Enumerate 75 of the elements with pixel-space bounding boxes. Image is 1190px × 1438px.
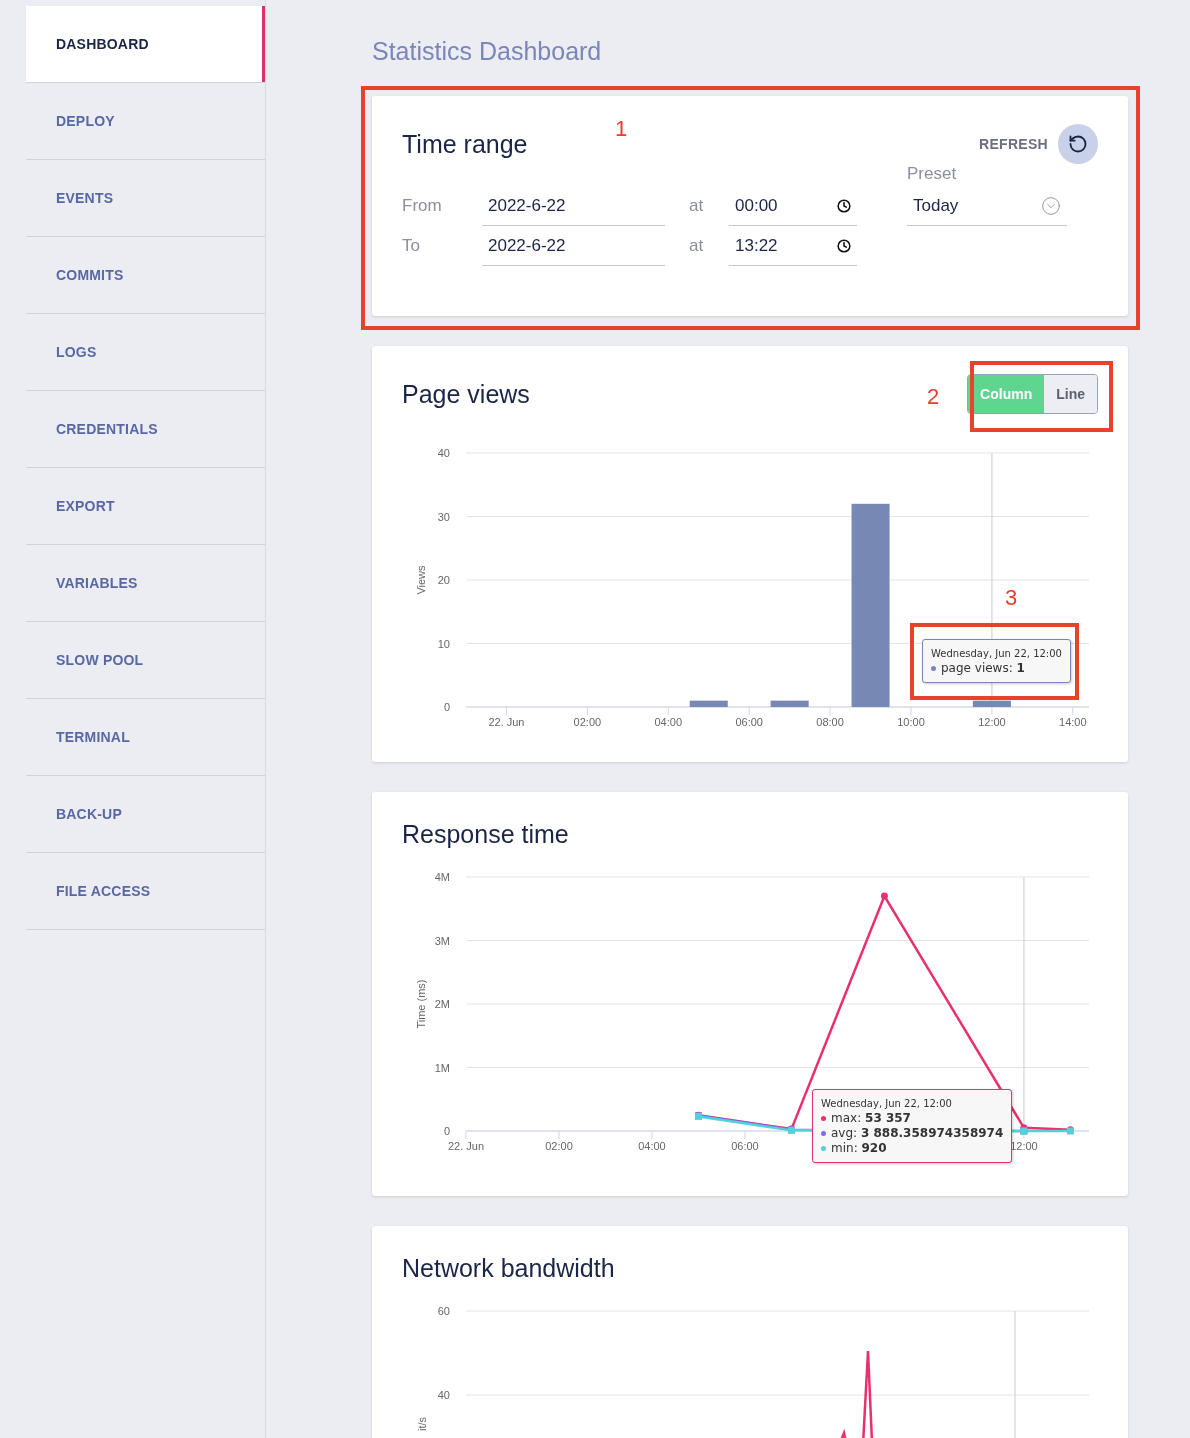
y-tick-label: 10 — [437, 637, 450, 650]
sidebar-item[interactable]: DASHBOARD — [26, 6, 265, 83]
tooltip-value: avg: 3 888.358974358974 — [831, 1126, 1004, 1141]
tooltip-value: max: 53 357 — [831, 1111, 911, 1126]
time-field[interactable]: 00:00 — [729, 186, 857, 226]
y-tick-label: 40 — [437, 1389, 450, 1401]
x-tick-label: 22. Jun — [488, 716, 525, 728]
refresh-button[interactable] — [1058, 124, 1098, 164]
sidebar-item[interactable]: SLOW POOL — [26, 622, 265, 699]
field-label: at — [688, 236, 705, 256]
tooltip-value: min: 920 — [831, 1141, 887, 1156]
chart-type-toggle[interactable]: Line — [1044, 375, 1097, 413]
field-label: From — [402, 196, 443, 216]
sidebar-item[interactable]: DEPLOY — [26, 83, 265, 160]
y-tick-label: 1M — [434, 1061, 450, 1074]
refresh-icon — [1068, 134, 1088, 154]
bar — [689, 700, 728, 707]
date-field[interactable]: 2022-6-22 — [482, 226, 665, 266]
axis-title: it/s — [416, 1417, 428, 1432]
sidebar-item[interactable]: BACK-UP — [26, 776, 265, 853]
sidebar-item[interactable]: EXPORT — [26, 468, 265, 545]
x-tick-label: 14:00 — [1059, 716, 1087, 728]
y-tick-label: 30 — [437, 510, 450, 523]
y-tick-label: 2M — [434, 998, 450, 1010]
sidebar-item[interactable]: FILE ACCESS — [26, 853, 265, 930]
x-tick-label: 12:00 — [978, 716, 1006, 728]
card-title: Response time — [402, 820, 570, 849]
field-label: To — [402, 236, 421, 256]
annotation-number: 3 — [1005, 585, 1018, 611]
field-label: at — [688, 196, 705, 216]
sidebar-item[interactable]: CREDENTIALS — [26, 391, 265, 468]
tooltip-title: Wednesday, Jun 22, 12:00 — [931, 647, 1062, 661]
tooltip-value: page views: 1 — [941, 661, 1025, 676]
y-tick-label: 60 — [437, 1305, 450, 1317]
page-title: Statistics Dashboard — [372, 36, 603, 66]
card-title: Time range — [402, 129, 528, 159]
sidebar-item[interactable]: EVENTS — [26, 160, 265, 237]
x-tick-label: 22. Jun — [447, 1140, 485, 1152]
y-tick-label: 20 — [437, 574, 450, 586]
sidebar-item[interactable]: LOGS — [26, 314, 265, 391]
x-tick-label: 02:00 — [573, 716, 602, 728]
x-tick-label: 04:00 — [654, 716, 683, 728]
x-tick-label: 04:00 — [638, 1140, 666, 1152]
time-field[interactable]: 13:22 — [729, 226, 857, 266]
y-tick-label: 4M — [434, 871, 450, 883]
field-label: Preset — [907, 164, 957, 183]
sidebar-item[interactable]: TERMINAL — [26, 699, 265, 776]
x-tick-label: 12:00 — [1010, 1140, 1038, 1152]
y-tick-label: 40 — [437, 447, 450, 459]
axis-title: Views — [415, 565, 427, 595]
x-tick-label: 06:00 — [731, 1140, 759, 1152]
sidebar-item[interactable]: COMMITS — [26, 237, 265, 314]
bar — [972, 700, 1011, 707]
y-tick-label: 0 — [443, 701, 450, 713]
card-title: Network bandwidth — [402, 1254, 616, 1283]
axis-title: Time (ms) — [415, 979, 427, 1029]
chevron-down-icon — [1041, 195, 1061, 216]
preset-select[interactable]: Today — [907, 186, 1067, 226]
y-tick-label: 3M — [434, 934, 450, 947]
annotation-number: 2 — [927, 384, 940, 410]
clock-icon — [837, 198, 851, 213]
clock-icon — [837, 238, 851, 253]
x-tick-label: 08:00 — [816, 716, 844, 728]
bar — [770, 700, 809, 707]
x-tick-label: 06:00 — [735, 716, 763, 728]
x-tick-label: 10:00 — [897, 716, 925, 728]
card-title: Page views — [402, 379, 530, 409]
annotation-number: 1 — [615, 116, 628, 142]
date-field[interactable]: 2022-6-22 — [482, 186, 665, 226]
y-tick-label: 0 — [443, 1125, 450, 1137]
sidebar-item[interactable]: VARIABLES — [26, 545, 265, 622]
refresh-label: REFRESH — [979, 136, 1048, 152]
point — [880, 892, 888, 900]
tooltip-title: Wednesday, Jun 22, 12:00 — [821, 1097, 953, 1111]
x-tick-label: 02:00 — [545, 1140, 573, 1152]
